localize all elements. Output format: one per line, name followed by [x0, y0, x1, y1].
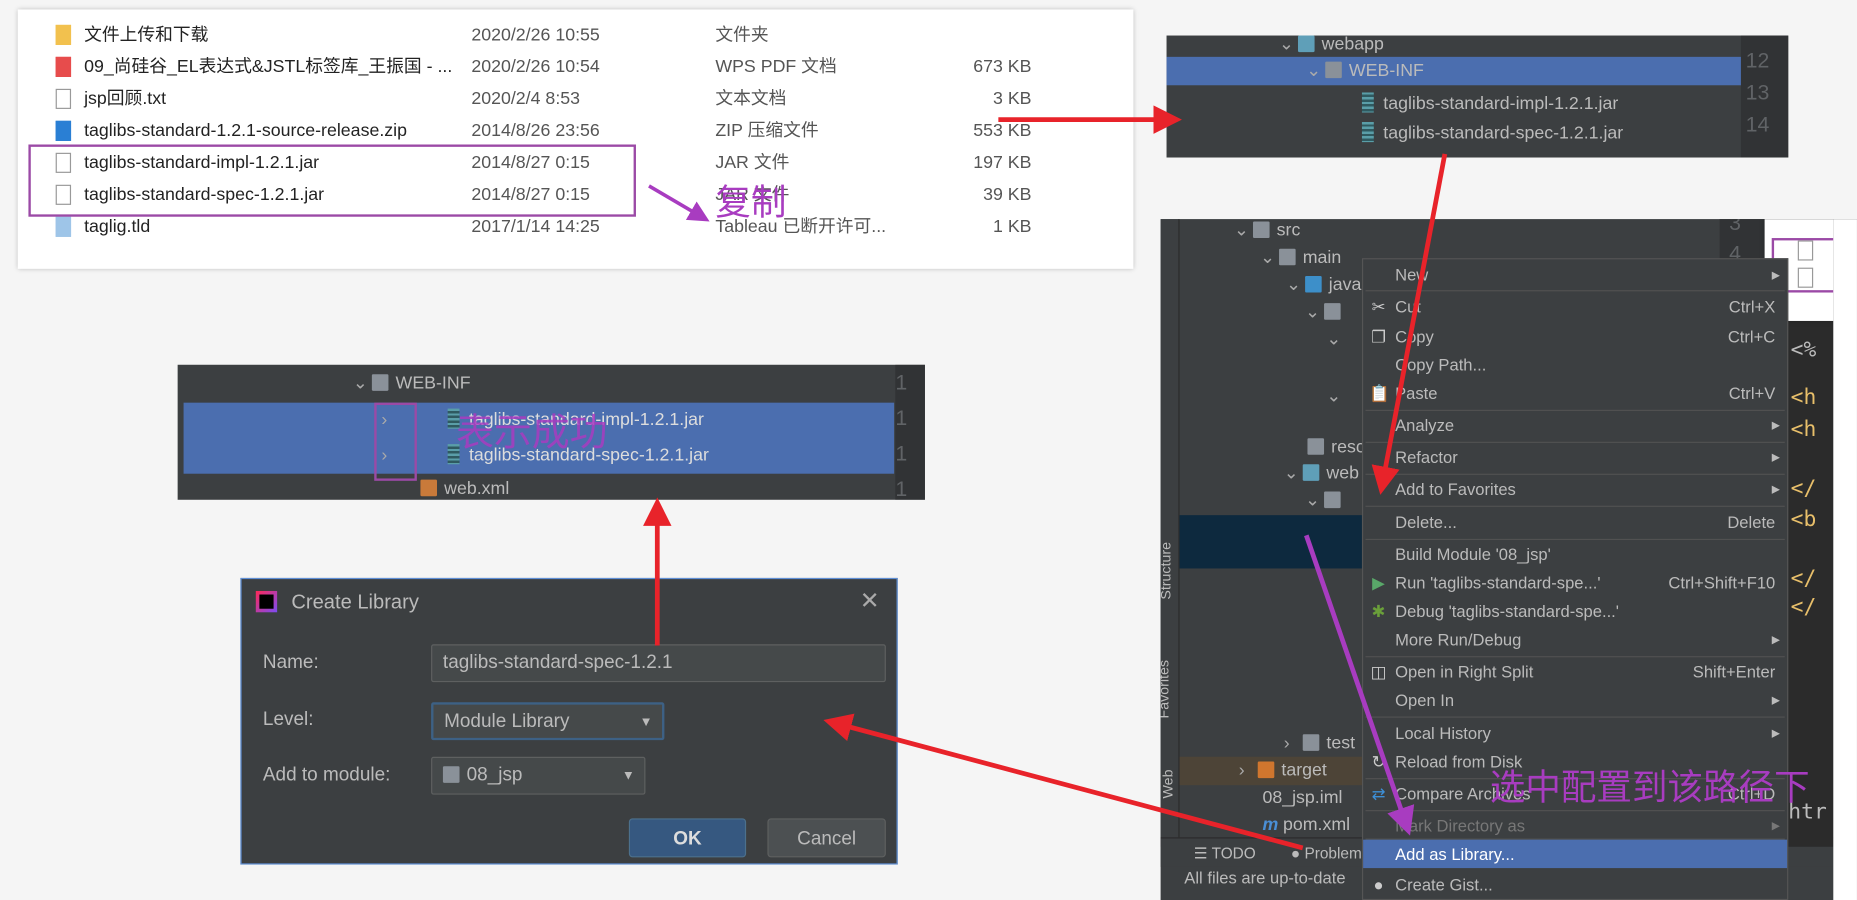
arrow-purple	[1304, 534, 1415, 836]
arrow-red	[823, 713, 1304, 851]
annotation-arrows	[643, 105, 1448, 851]
arrow-purple	[648, 184, 710, 222]
arrow-red	[1371, 153, 1448, 495]
